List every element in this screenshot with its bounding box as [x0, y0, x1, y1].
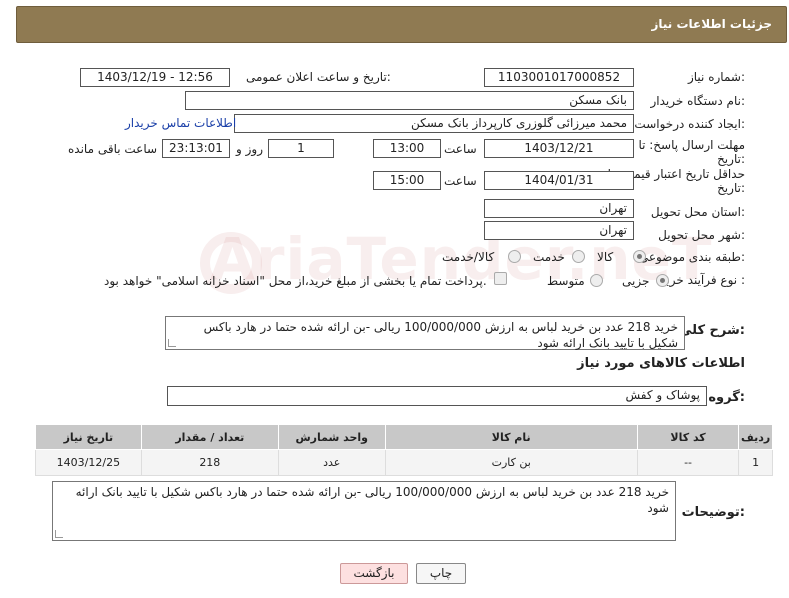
- cell-date: 1403/12/25: [35, 449, 142, 476]
- goods-group-field: پوشاک و کفش: [167, 386, 707, 406]
- city-field: تهران: [484, 221, 634, 240]
- buyer-org-label: نام دستگاه خریدار:: [650, 94, 746, 108]
- col-header-code: کد کالا: [636, 424, 740, 450]
- creator-field: محمد میرزائی گلوزری کارپرداز بانک مسکن: [234, 114, 634, 133]
- category-service-label: خدمت: [533, 250, 565, 264]
- creator-label: ایجاد کننده درخواست:: [634, 117, 745, 131]
- purchase-partial-label: جزیی: [622, 274, 650, 288]
- treasury-payment-checkbox[interactable]: [494, 272, 507, 285]
- need-number-field: 1103001017000852: [484, 68, 634, 87]
- validity-time-label: ساعت: [444, 174, 477, 188]
- deadline-time-field: 13:00: [373, 139, 441, 158]
- resize-handle-icon[interactable]: [55, 530, 63, 538]
- need-number-label: شماره نیاز:: [687, 70, 745, 84]
- page-header: جزئیات اطلاعات نیاز: [16, 6, 787, 43]
- days-label: روز و: [236, 142, 263, 156]
- cell-code: --: [636, 449, 740, 476]
- buyer-notes-text: خرید 218 عدد بن خرید لباس به ارزش 100/00…: [75, 485, 669, 515]
- items-table: ردیف کد کالا نام کالا واحد شمارش تعداد /…: [35, 424, 773, 476]
- validity-time-field: 15:00: [373, 171, 441, 190]
- buyer-org-field: بانک مسکن: [185, 91, 634, 110]
- buyer-notes-textarea: خرید 218 عدد بن خرید لباس به ارزش 100/00…: [52, 481, 676, 541]
- cell-quantity: 218: [140, 449, 279, 476]
- deadline-time-label: ساعت: [444, 142, 477, 156]
- purchase-medium-radio[interactable]: [590, 274, 603, 287]
- province-field: تهران: [484, 199, 634, 218]
- page-title: جزئیات اطلاعات نیاز: [651, 17, 772, 31]
- province-label: استان محل تحویل:: [650, 205, 745, 219]
- purchase-partial-radio[interactable]: [656, 274, 669, 287]
- validity-date-field: 1404/01/31: [484, 171, 634, 190]
- announce-label: تاریخ و ساعت اعلان عمومی:: [246, 70, 391, 84]
- deadline-date-label: تاریخ:: [717, 152, 745, 166]
- category-goods-service-label: کالا/خدمت: [442, 250, 495, 264]
- days-remaining-field: 1: [268, 139, 334, 158]
- cell-row-number: 1: [738, 449, 773, 476]
- deadline-date-field: 1403/12/21: [484, 139, 634, 158]
- col-header-date: تاریخ نیاز: [35, 424, 142, 450]
- back-button[interactable]: بازگشت: [340, 563, 408, 584]
- deadline-label: مهلت ارسال پاسخ: تا: [638, 138, 745, 152]
- goods-info-title: اطلاعات کالاهای مورد نیاز: [577, 356, 745, 371]
- treasury-payment-note: پرداخت تمام یا بخشی از مبلغ خرید،از محل …: [104, 274, 487, 288]
- cell-name: بن کارت: [384, 449, 638, 476]
- cell-unit: عدد: [277, 449, 386, 476]
- remaining-time-label: ساعت باقی مانده: [68, 142, 158, 156]
- table-row: 1 -- بن کارت عدد 218 1403/12/25: [35, 449, 773, 476]
- col-header-quantity: تعداد / مقدار: [140, 424, 279, 450]
- description-text: خرید 218 عدد بن خرید لباس به ارزش 100/00…: [203, 320, 678, 350]
- remaining-time-field: 23:13:01: [162, 139, 230, 158]
- category-service-radio[interactable]: [572, 250, 585, 263]
- buyer-contact-link[interactable]: اطلاعات تماس خریدار: [125, 116, 236, 130]
- print-button[interactable]: چاپ: [416, 563, 466, 584]
- col-header-row-number: ردیف: [738, 424, 773, 450]
- purchase-type-label: نوع فرآیند خرید :: [660, 273, 745, 287]
- table-header-row: ردیف کد کالا نام کالا واحد شمارش تعداد /…: [35, 424, 773, 450]
- category-goods-label: کالا: [597, 250, 614, 264]
- category-goods-radio[interactable]: [633, 250, 646, 263]
- resize-handle-icon[interactable]: [168, 339, 176, 347]
- description-textarea: خرید 218 عدد بن خرید لباس به ارزش 100/00…: [165, 316, 685, 350]
- city-label: شهر محل تحویل:: [658, 228, 745, 242]
- category-goods-service-radio[interactable]: [508, 250, 521, 263]
- col-header-name: نام کالا: [384, 424, 638, 450]
- validity-date-label: تاریخ:: [717, 181, 745, 195]
- purchase-medium-label: متوسط: [547, 274, 585, 288]
- announce-field: 1403/12/19 - 12:56: [80, 68, 230, 87]
- category-label: طبقه بندی موضوعی:: [638, 250, 745, 264]
- col-header-unit: واحد شمارش: [277, 424, 386, 450]
